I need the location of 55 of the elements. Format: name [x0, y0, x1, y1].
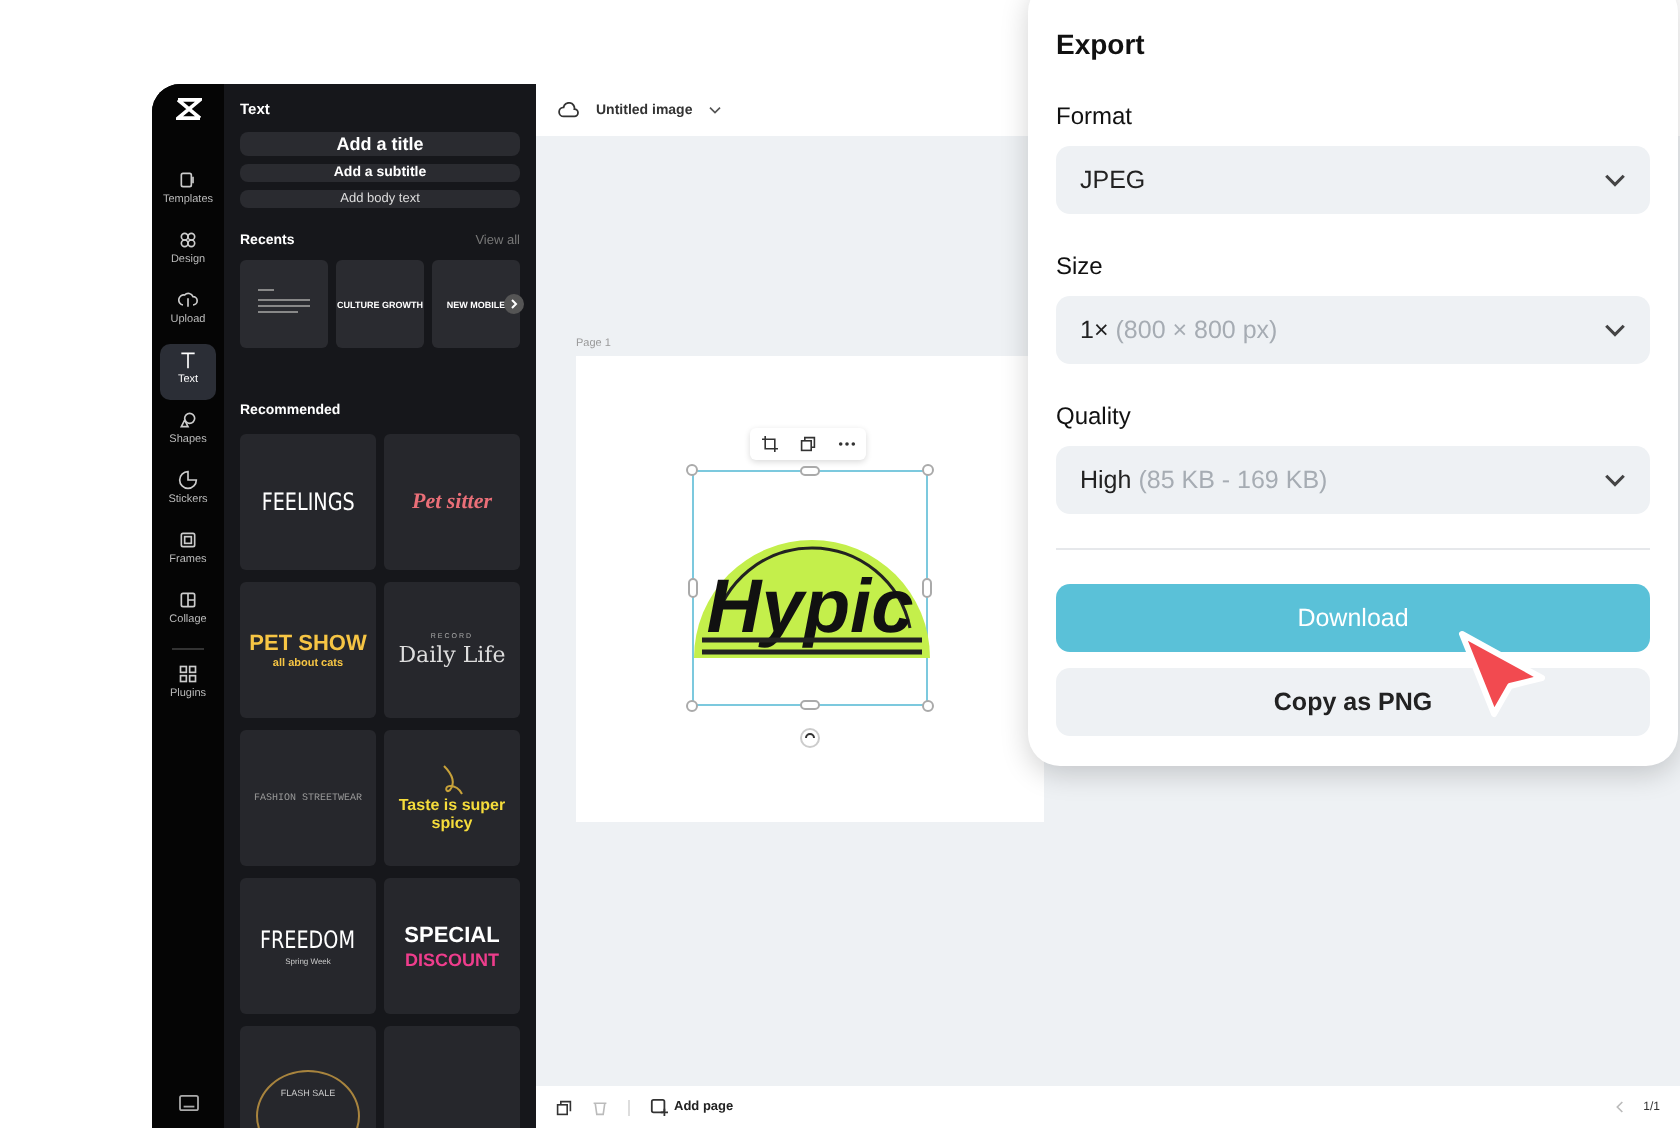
chevron-down-icon[interactable] — [708, 105, 723, 115]
resize-handle[interactable] — [922, 700, 934, 712]
add-text-button[interactable]: Add a title — [240, 132, 520, 156]
resize-handle[interactable] — [686, 464, 698, 476]
template-text: Taste is super spicy — [396, 797, 508, 833]
trash-icon[interactable] — [592, 1099, 608, 1115]
resize-handle[interactable] — [686, 700, 698, 712]
rail-icon — [178, 170, 198, 190]
template-text: PET SHOW — [249, 631, 367, 655]
keyboard-icon[interactable] — [177, 1094, 199, 1112]
dropdown-field[interactable]: High (85 KB - 169 KB) — [1056, 446, 1650, 514]
logo-icon — [175, 98, 201, 120]
copy-button[interactable]: Copy as PNG — [1056, 668, 1650, 736]
pages-icon[interactable] — [556, 1099, 572, 1115]
text-template-card[interactable]: Taste is super spicy — [384, 730, 520, 866]
template-text: Daily Life — [398, 642, 506, 668]
rail-icon — [178, 230, 198, 250]
resize-handle[interactable] — [688, 578, 698, 598]
template-text: Pet sitter — [411, 490, 493, 514]
template-text: SPECIAL — [404, 923, 500, 947]
rail-icon — [178, 590, 198, 610]
field-label: Size — [1056, 252, 1105, 280]
add-page-icon — [650, 1098, 668, 1116]
rail-icon — [178, 470, 198, 490]
resize-handle[interactable] — [922, 578, 932, 598]
chevron-down-icon — [1604, 473, 1626, 487]
dropdown-field[interactable]: JPEG — [1056, 146, 1650, 214]
template-subtext: DISCOUNT — [405, 949, 499, 969]
cloud-icon[interactable] — [558, 101, 580, 119]
chevron-down-icon — [1604, 173, 1626, 187]
chevron-down-icon — [1604, 323, 1626, 337]
recent-template[interactable] — [240, 260, 328, 348]
resize-handle[interactable] — [800, 700, 820, 710]
template-text: FEELINGS — [261, 488, 355, 516]
rail-icon — [178, 410, 198, 430]
rail-icon — [178, 290, 198, 310]
export-title: Export — [1056, 28, 1147, 60]
dropdown-field[interactable]: 1× (800 × 800 px) — [1056, 296, 1650, 364]
text-template-card[interactable]: Pet sitter — [384, 434, 520, 570]
more-icon[interactable] — [837, 440, 855, 448]
resize-handle[interactable] — [800, 466, 820, 476]
rail-icon — [178, 350, 198, 370]
squiggle-drawing — [440, 763, 464, 796]
duplicate-icon[interactable] — [799, 436, 815, 452]
chevron-left-icon[interactable] — [1613, 1100, 1624, 1114]
text-template-card[interactable]: FEELINGS — [240, 434, 376, 570]
template-text: FREEDOM — [260, 926, 356, 954]
text-template-card[interactable]: SPECIAL DISCOUNT — [384, 878, 520, 1014]
rail-icon — [178, 530, 198, 550]
crop-icon[interactable] — [761, 436, 777, 452]
resize-handle[interactable] — [922, 464, 934, 476]
rotate-handle-icon[interactable] — [800, 728, 820, 748]
rail-icon — [178, 664, 198, 684]
field-label: Format — [1056, 102, 1135, 130]
field-label: Quality — [1056, 402, 1133, 430]
